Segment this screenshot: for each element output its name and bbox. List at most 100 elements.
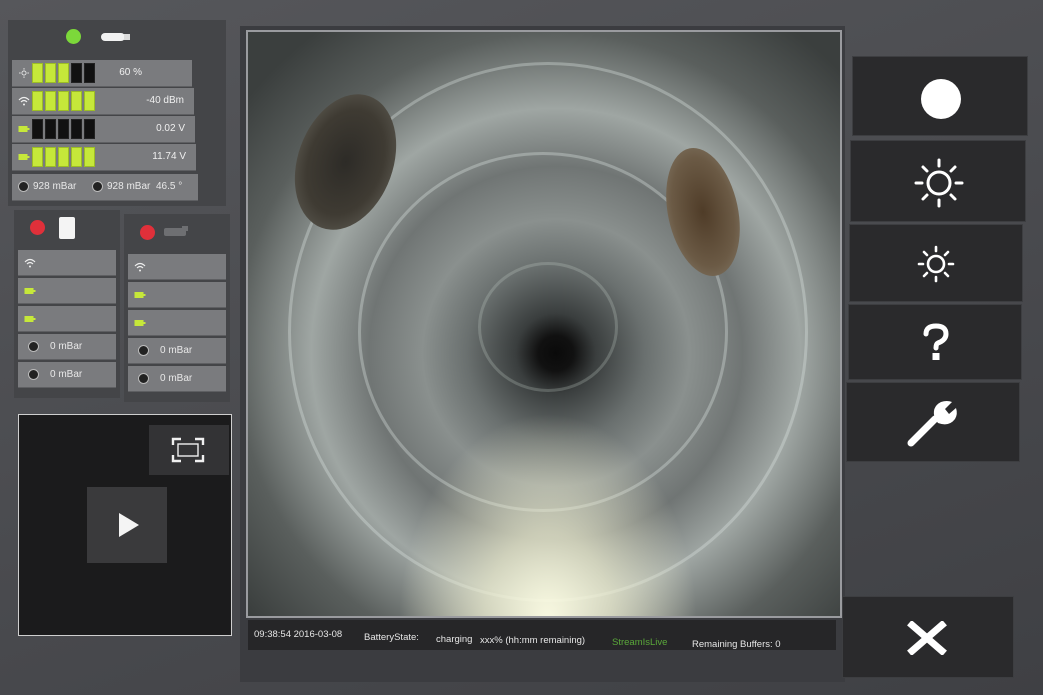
level-bar [45, 63, 56, 83]
level-bar [71, 119, 82, 139]
level-bar [58, 119, 69, 139]
video-status-bar: 09:38:54 2016-03-08 BatteryState: chargi… [248, 620, 836, 650]
settings-button[interactable] [846, 382, 1020, 462]
screen: 60 % -40 dBm 0.02 V 11.74 V 928 mBar 928… [0, 0, 1043, 695]
pressure-value-2: 928 mBar [107, 181, 151, 193]
question-icon [923, 323, 949, 360]
device-b-pressure-row-2: 0 mBar [128, 366, 226, 392]
level-bar [58, 91, 69, 111]
wifi-icon [134, 262, 146, 272]
preview-panel [18, 414, 232, 636]
device-b-battery-row-2 [128, 310, 226, 336]
battery-level-bars-1 [32, 119, 95, 139]
camera-feed[interactable] [246, 30, 842, 618]
battery-row-1: 0.02 V [12, 116, 195, 143]
phone-icon [59, 217, 75, 239]
vehicle-icon [164, 226, 188, 236]
level-bar [45, 119, 56, 139]
fullscreen-button[interactable] [149, 425, 229, 475]
level-bar [45, 91, 56, 111]
status-header [8, 20, 226, 56]
sun-small-icon [917, 245, 955, 283]
gauge-icon [138, 373, 149, 384]
level-bar [58, 147, 69, 167]
record-button[interactable] [852, 56, 1028, 136]
brightness-level-bars [32, 63, 95, 83]
stream-status: StreamIsLive [612, 637, 668, 648]
gauge-icon [28, 369, 39, 380]
camera-probe-icon [101, 33, 130, 41]
battery-icon [24, 316, 36, 322]
device-b-panel: 0 mBar 0 mBar [124, 214, 230, 402]
wifi-icon [18, 96, 30, 106]
device-a-panel: 0 mBar 0 mBar [14, 210, 120, 398]
device-b-battery-row-1 [128, 282, 226, 308]
play-button[interactable] [87, 487, 167, 563]
level-bar [32, 91, 43, 111]
brightness-value: 60 % [119, 67, 142, 78]
gauge-icon [18, 181, 29, 192]
level-bar [58, 63, 69, 83]
wifi-value: -40 dBm [146, 95, 184, 106]
level-bar [45, 147, 56, 167]
battery-remaining: xxx% (hh:mm remaining) [480, 635, 586, 646]
device-a-pressure-row-2: 0 mBar [18, 362, 116, 388]
gauge-icon [28, 341, 39, 352]
brightness-up-button[interactable] [850, 140, 1026, 222]
device-a-pressure-1: 0 mBar [50, 341, 83, 352]
pressure-gauge-1: 928 mBar [18, 181, 76, 192]
level-bar [32, 147, 43, 167]
device-a-battery-row-1 [18, 278, 116, 304]
battery-icon [18, 126, 30, 132]
device-b-pressure-row-1: 0 mBar [128, 338, 226, 364]
device-a-pressure-row-1: 0 mBar [18, 334, 116, 360]
status-panel: 60 % -40 dBm 0.02 V 11.74 V 928 mBar 928… [8, 20, 226, 206]
wifi-row: -40 dBm [12, 88, 194, 115]
pressure-value-1: 928 mBar [33, 181, 77, 193]
battery-row-2: 11.74 V [12, 144, 196, 171]
help-button[interactable] [848, 304, 1022, 380]
angle-value: 46.5 ° [156, 181, 183, 192]
battery-voltage-1: 0.02 V [156, 123, 185, 134]
sun-icon [19, 68, 29, 78]
close-icon [907, 621, 947, 655]
device-b-wifi-row [128, 254, 226, 280]
pressure-row: 928 mBar 928 mBar 46.5 ° [12, 174, 198, 201]
battery-icon [134, 292, 146, 298]
battery-state-value: charging [436, 634, 473, 645]
brightness-row: 60 % [12, 60, 192, 87]
wifi-icon [24, 258, 36, 268]
timestamp: 09:38:54 2016-03-08 [254, 629, 343, 640]
device-a-indicator-icon [30, 220, 45, 235]
level-bar [71, 147, 82, 167]
battery-icon [134, 320, 146, 326]
level-bar [71, 91, 82, 111]
battery-voltage-2: 11.74 V [152, 151, 186, 162]
device-a-pressure-2: 0 mBar [50, 369, 83, 380]
level-bar [32, 119, 43, 139]
close-button[interactable] [842, 596, 1014, 678]
battery-icon [18, 154, 30, 160]
sun-large-icon [914, 158, 964, 208]
light-reflection [398, 412, 698, 616]
level-bar [84, 147, 95, 167]
fullscreen-icon [171, 437, 205, 463]
level-bar [71, 63, 82, 83]
gauge-icon [138, 345, 149, 356]
brightness-down-button[interactable] [849, 224, 1023, 302]
battery-icon [24, 288, 36, 294]
device-a-battery-row-2 [18, 306, 116, 332]
level-bar [84, 119, 95, 139]
battery-state-label: BatteryState: [364, 632, 419, 643]
play-icon [119, 513, 139, 537]
wifi-level-bars [32, 91, 95, 111]
connection-indicator-icon [66, 29, 81, 44]
device-b-indicator-icon [140, 225, 155, 240]
wrench-icon [907, 401, 957, 447]
record-icon [921, 79, 961, 119]
level-bar [84, 91, 95, 111]
device-b-pressure-2: 0 mBar [160, 373, 193, 384]
remaining-buffers: Remaining Buffers: 0 [692, 639, 781, 650]
pressure-gauge-2: 928 mBar [92, 181, 150, 192]
battery-level-bars-2 [32, 147, 95, 167]
